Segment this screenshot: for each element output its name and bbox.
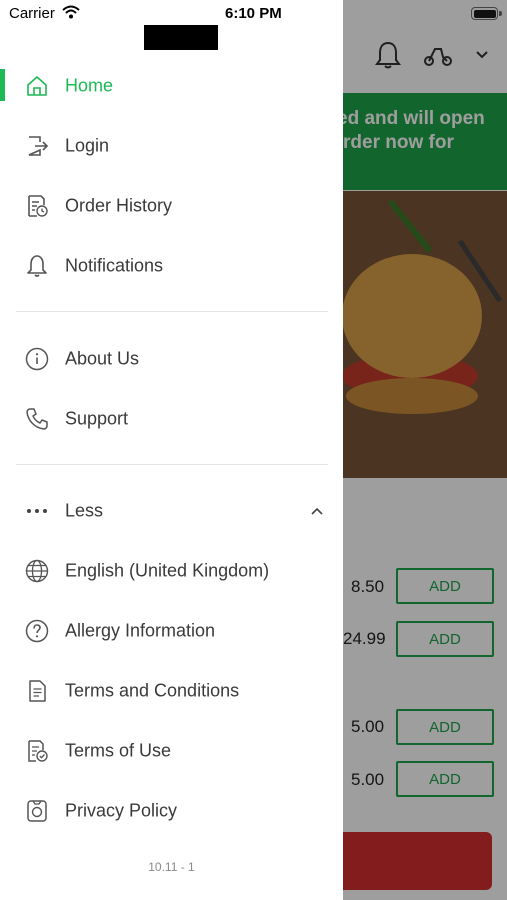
- menu-item-label: Login: [65, 135, 110, 156]
- phone-icon: [24, 406, 50, 432]
- menu-item-label: Home: [65, 75, 114, 96]
- divider: [16, 464, 328, 465]
- menu-item-label: Allergy Information: [65, 620, 216, 641]
- battery-icon: [471, 7, 498, 20]
- app-version: 10.11 - 1: [148, 860, 195, 874]
- menu-item-home[interactable]: Home: [0, 56, 343, 116]
- redaction-block: [144, 25, 218, 50]
- help-circle-icon: [24, 618, 50, 644]
- menu-item-terms-of-use[interactable]: Terms of Use: [0, 721, 343, 781]
- menu-item-label: Notifications: [65, 255, 164, 276]
- document-check-icon: [24, 738, 50, 764]
- privacy-icon: [24, 798, 50, 824]
- login-icon: [24, 133, 50, 159]
- more-dots-icon: [24, 498, 50, 524]
- menu-item-about-us[interactable]: About Us: [0, 329, 343, 389]
- menu-toggle-label: Less: [65, 500, 104, 521]
- menu-item-order-history[interactable]: Order History: [0, 176, 343, 236]
- menu-item-label: Order History: [65, 195, 173, 216]
- globe-icon: [24, 558, 50, 584]
- menu-item-label: Support: [65, 408, 129, 429]
- status-bar: Carrier 6:10 PM: [0, 0, 507, 26]
- divider: [16, 311, 328, 312]
- menu-item-label: Terms of Use: [65, 740, 172, 761]
- menu-item-label: English (United Kingdom): [65, 560, 270, 581]
- info-icon: [24, 346, 50, 372]
- menu-item-label: Privacy Policy: [65, 800, 178, 821]
- wifi-icon: [62, 5, 80, 19]
- home-icon: [24, 73, 50, 99]
- menu-item-notifications[interactable]: Notifications: [0, 236, 343, 296]
- menu-item-language[interactable]: English (United Kingdom): [0, 541, 343, 601]
- menu-item-terms-and-conditions[interactable]: Terms and Conditions: [0, 661, 343, 721]
- navigation-drawer: Home Login Order History Notifications A…: [0, 0, 343, 900]
- clock: 6:10 PM: [225, 5, 282, 22]
- document-icon: [24, 678, 50, 704]
- menu-toggle-less[interactable]: Less: [0, 481, 343, 541]
- menu-item-support[interactable]: Support: [0, 389, 343, 449]
- bell-icon: [24, 253, 50, 279]
- carrier-label: Carrier: [9, 5, 55, 22]
- menu-item-allergy-information[interactable]: Allergy Information: [0, 601, 343, 661]
- menu-item-privacy-policy[interactable]: Privacy Policy: [0, 781, 343, 841]
- menu-item-label: Terms and Conditions: [65, 680, 240, 701]
- menu-item-login[interactable]: Login: [0, 116, 343, 176]
- chevron-up-icon: [309, 503, 325, 519]
- order-history-icon: [24, 193, 50, 219]
- menu-item-label: About Us: [65, 348, 140, 369]
